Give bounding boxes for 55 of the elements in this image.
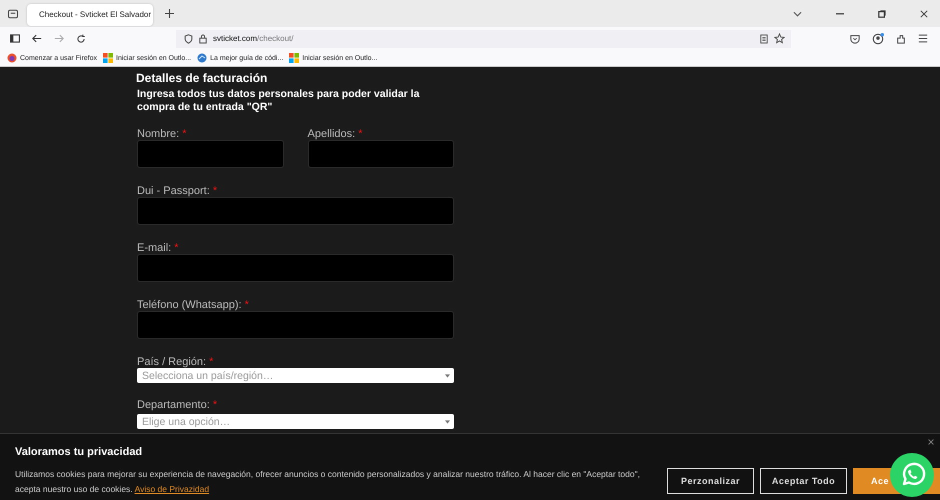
required-mark: *	[174, 242, 179, 254]
firefox-icon	[7, 53, 17, 63]
required-mark: *	[212, 185, 218, 197]
input-field[interactable]	[137, 140, 284, 168]
required-mark: *	[212, 399, 218, 411]
pocket-icon[interactable]	[850, 34, 860, 44]
caret-icon	[445, 374, 450, 378]
field-label: Departamento:	[137, 399, 210, 411]
cookie-title: Valoramos tu privacidad	[15, 446, 144, 458]
required-mark: *	[182, 128, 187, 140]
field-label: Apellidos:	[308, 128, 356, 140]
close-icon[interactable]	[928, 439, 934, 445]
tab-title: Checkout - Svticket El Salvador	[39, 10, 152, 19]
extensions-icon[interactable]	[896, 34, 906, 44]
close-icon[interactable]	[920, 10, 928, 18]
field-label: País / Región:	[137, 356, 206, 368]
account-icon[interactable]	[872, 32, 884, 44]
field-label: E-mail:	[137, 242, 172, 254]
input-field[interactable]	[137, 311, 454, 339]
shield-icon	[184, 34, 193, 44]
browser-tab[interactable]: Checkout - Svticket El Salvador	[27, 4, 153, 26]
url-text: svticket.com/checkout/	[213, 34, 294, 43]
windows-icon	[289, 53, 300, 63]
required-mark: *	[209, 356, 214, 368]
windows-icon	[103, 53, 114, 63]
privacy-link[interactable]: Aviso de Privazidad	[134, 484, 210, 494]
back-icon[interactable]	[32, 34, 42, 43]
field-label: Nombre:	[137, 128, 180, 140]
cookie-button[interactable]: Perzonalizar	[667, 468, 754, 494]
field-label: Teléfono (Whatsapp):	[137, 299, 242, 311]
chevron-down-icon[interactable]	[793, 10, 802, 16]
whatsapp-icon[interactable]	[890, 453, 934, 497]
section-title: Detalles de facturación	[136, 71, 268, 85]
cookie-button[interactable]: Aceptar Todo	[760, 468, 847, 494]
tab-list-icon[interactable]	[7, 8, 19, 20]
sidebar-icon[interactable]	[10, 34, 20, 43]
reader-view-icon[interactable]	[760, 34, 768, 44]
required-mark: *	[244, 299, 249, 311]
minimize-icon[interactable]	[836, 12, 844, 14]
reload-icon[interactable]	[76, 34, 86, 44]
lock-icon	[199, 34, 207, 44]
menu-icon[interactable]	[918, 34, 928, 43]
input-field[interactable]	[308, 140, 454, 168]
field-label: Dui - Passport:	[137, 185, 210, 197]
new-tab-icon[interactable]	[165, 9, 174, 18]
star-icon[interactable]	[774, 33, 785, 44]
globe-icon	[197, 53, 208, 63]
required-mark: *	[358, 128, 363, 140]
section-subtitle: Ingresa todos tus datos personales para poder validar la compra de tu entrada "QR"	[137, 88, 420, 114]
input-field[interactable]	[137, 197, 454, 225]
input-field[interactable]	[137, 254, 454, 282]
cookie-text: Utilizamos cookies para mejorar su experiencia de navegación, ofrecer anuncios o contenido personalizados y analizar nuestro tráfico. Al hacer clic en "Aceptar todo", acepta nuestro uso de cookies. Aviso de Privazidad	[15, 468, 641, 496]
restore-icon[interactable]	[878, 10, 886, 18]
caret-icon	[445, 420, 450, 424]
address-bar[interactable]: svticket.com/checkout/	[176, 30, 791, 48]
